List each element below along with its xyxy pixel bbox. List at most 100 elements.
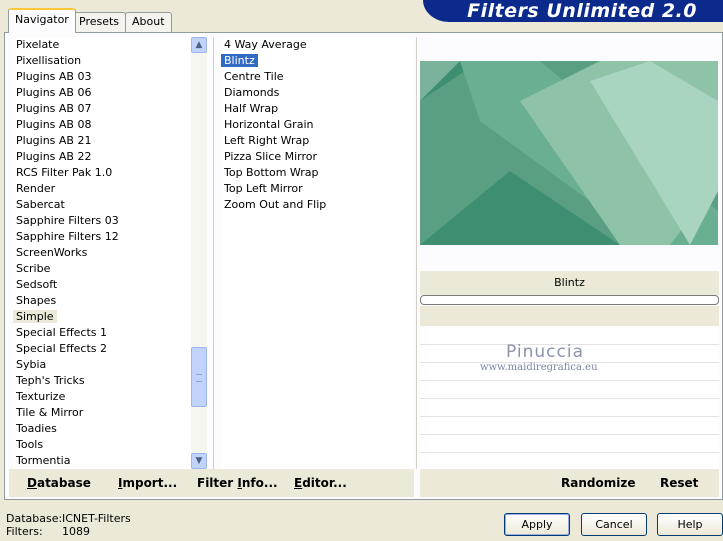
category-label: Sabercat <box>16 198 65 211</box>
filter-info-button[interactable]: Filter Info... <box>197 476 278 490</box>
scroll-down-button[interactable]: ▼ <box>191 453 207 469</box>
help-button[interactable]: Help <box>657 513 723 536</box>
category-item[interactable]: Texturize <box>13 389 191 405</box>
apply-button[interactable]: Apply <box>504 513 570 536</box>
filter-label: Zoom Out and Flip <box>224 198 327 211</box>
category-scrollbar[interactable]: ▲ ▼ <box>191 37 207 469</box>
category-item[interactable]: Render <box>13 181 191 197</box>
category-item[interactable]: Tools <box>13 437 191 453</box>
filter-label: Top Bottom Wrap <box>224 166 319 179</box>
control-row[interactable] <box>420 417 719 435</box>
category-item[interactable]: Pixellisation <box>13 53 191 69</box>
category-label: Teph's Tricks <box>16 374 85 387</box>
category-item[interactable]: Tile & Mirror <box>13 405 191 421</box>
filter-item[interactable]: Diamonds <box>221 85 413 101</box>
filter-list[interactable]: 4 Way Average Blintz Centre Tile Diamonds Ha… <box>221 37 413 471</box>
category-label: Plugins AB 03 <box>16 70 92 83</box>
filter-label: 4 Way Average <box>224 38 307 51</box>
category-label: Sapphire Filters 03 <box>16 214 119 227</box>
import-button[interactable]: Import... <box>118 476 177 490</box>
category-item[interactable]: Teph's Tricks <box>13 373 191 389</box>
category-label: Plugins AB 07 <box>16 102 92 115</box>
category-label: Plugins AB 21 <box>16 134 92 147</box>
category-label: Pixellisation <box>16 54 82 67</box>
filter-info-label: Filter <box>197 476 238 490</box>
filters-status-value: 1089 <box>62 525 90 538</box>
tab-presets[interactable]: Presets <box>72 12 127 32</box>
import-label: mport... <box>122 476 178 490</box>
filter-label: Diamonds <box>224 86 280 99</box>
category-item[interactable]: Special Effects 2 <box>13 341 191 357</box>
control-row[interactable] <box>420 435 719 453</box>
category-label: Sedsoft <box>16 278 58 291</box>
controls-area <box>420 306 719 326</box>
category-item[interactable]: Toadies <box>13 421 191 437</box>
category-item[interactable]: ScreenWorks <box>13 245 191 261</box>
filter-item[interactable]: Top Bottom Wrap <box>221 165 413 181</box>
category-list[interactable]: Pixelate Pixellisation Plugins AB 03 Plugin… <box>13 37 191 471</box>
category-label: Plugins AB 22 <box>16 150 92 163</box>
filter-item[interactable]: Half Wrap <box>221 101 413 117</box>
category-item[interactable]: RCS Filter Pak 1.0 <box>13 165 191 181</box>
randomize-button[interactable]: Randomize <box>561 476 635 490</box>
filter-item[interactable]: 4 Way Average <box>221 37 413 53</box>
cancel-button[interactable]: Cancel <box>581 513 647 536</box>
category-item[interactable]: Plugins AB 06 <box>13 85 191 101</box>
brand-banner: Filters Unlimited 2.0 <box>423 0 723 22</box>
control-row[interactable] <box>420 399 719 417</box>
category-item[interactable]: Sapphire Filters 03 <box>13 213 191 229</box>
category-label: Tools <box>16 438 44 451</box>
category-item[interactable]: Simple <box>13 309 191 325</box>
filter-item[interactable]: Top Left Mirror <box>221 181 413 197</box>
toolbar-left: Database Import... Filter Info... Editor… <box>9 469 414 497</box>
category-item[interactable]: Plugins AB 03 <box>13 69 191 85</box>
category-label: Simple <box>13 310 57 323</box>
tab-navigator[interactable]: Navigator <box>8 8 76 33</box>
category-item[interactable]: Plugins AB 21 <box>13 133 191 149</box>
category-label: RCS Filter Pak 1.0 <box>16 166 113 179</box>
category-item[interactable]: Plugins AB 08 <box>13 117 191 133</box>
editor-label: ditor... <box>302 476 347 490</box>
category-label: Render <box>16 182 56 195</box>
filter-info-label-rest: nfo... <box>241 476 278 490</box>
scroll-thumb[interactable] <box>191 347 207 407</box>
category-item[interactable]: Scribe <box>13 261 191 277</box>
scroll-up-button[interactable]: ▲ <box>191 37 207 53</box>
filter-item[interactable]: Left Right Wrap <box>221 133 413 149</box>
brand-title: Filters Unlimited 2.0 <box>467 0 697 22</box>
filter-item[interactable]: Pizza Slice Mirror <box>221 149 413 165</box>
category-label: Tile & Mirror <box>16 406 84 419</box>
category-item[interactable]: Tormentia <box>13 453 191 469</box>
category-item[interactable]: Shapes <box>13 293 191 309</box>
toolbar-right: Randomize Reset <box>420 469 719 497</box>
filter-item[interactable]: Centre Tile <box>221 69 413 85</box>
category-label: Sapphire Filters 12 <box>16 230 119 243</box>
category-label: ScreenWorks <box>16 246 88 259</box>
category-item[interactable]: Sedsoft <box>13 277 191 293</box>
preview-image <box>420 61 718 245</box>
category-item[interactable]: Special Effects 1 <box>13 325 191 341</box>
category-item[interactable]: Plugins AB 22 <box>13 149 191 165</box>
category-item[interactable]: Sapphire Filters 12 <box>13 229 191 245</box>
editor-button[interactable]: Editor... <box>294 476 347 490</box>
reset-button[interactable]: Reset <box>660 476 698 490</box>
tab-about[interactable]: About <box>125 12 172 32</box>
filter-item[interactable]: Zoom Out and Flip <box>221 197 413 213</box>
category-label: Shapes <box>16 294 57 307</box>
filter-item[interactable]: Blintz <box>221 53 413 69</box>
filter-item[interactable]: Horizontal Grain <box>221 117 413 133</box>
filter-name-label: Blintz <box>420 271 719 295</box>
watermark-url: www.maidiregrafica.eu <box>480 362 598 373</box>
category-label: Special Effects 2 <box>16 342 108 355</box>
category-item[interactable]: Sybia <box>13 357 191 373</box>
filters-status-label: Filters: <box>6 525 43 538</box>
database-button[interactable]: Database <box>27 476 91 490</box>
filter-label: Centre Tile <box>224 70 284 83</box>
category-item[interactable]: Plugins AB 07 <box>13 101 191 117</box>
watermark-name: Pinuccia <box>506 342 584 362</box>
category-item[interactable]: Sabercat <box>13 197 191 213</box>
database-mnemonic: D <box>27 476 37 490</box>
category-item[interactable]: Pixelate <box>13 37 191 53</box>
preview-graphic <box>420 61 718 245</box>
control-row[interactable] <box>420 381 719 399</box>
